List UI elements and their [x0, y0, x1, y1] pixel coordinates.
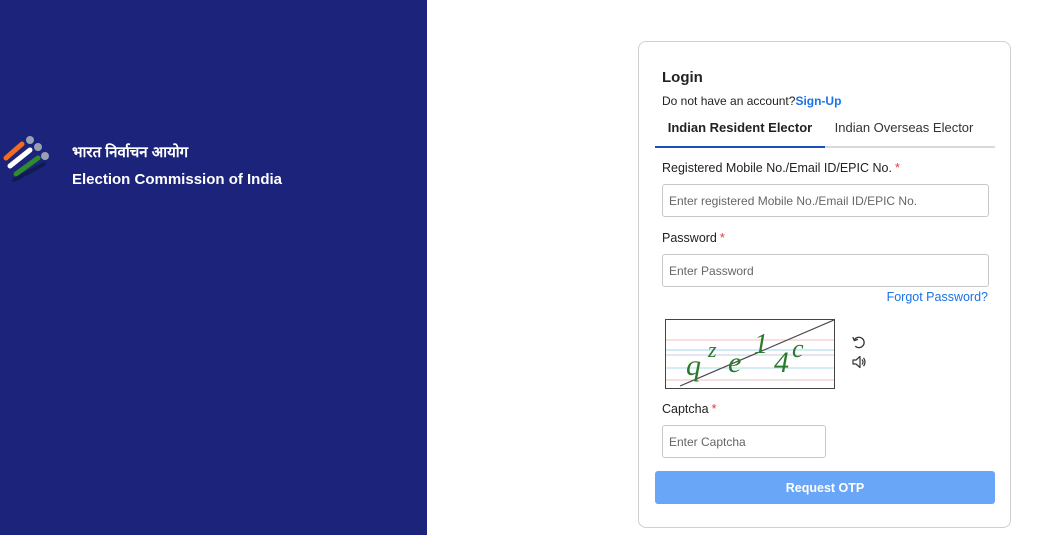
brand-panel: भारत निर्वाचन आयोग Election Commission o… [0, 0, 427, 535]
brand-text: भारत निर्वाचन आयोग Election Commission o… [72, 144, 282, 188]
brand-english-name: Election Commission of India [72, 171, 283, 188]
id-field-label: Registered Mobile No./Email ID/EPIC No. * [662, 161, 900, 175]
signup-link[interactable]: Sign-Up [795, 94, 841, 108]
captcha-label: Captcha * [662, 402, 716, 416]
svg-text:4: 4 [774, 346, 789, 379]
password-input[interactable] [662, 254, 989, 287]
tab-indian-resident-elector[interactable]: Indian Resident Elector [655, 114, 825, 148]
password-label: Password * [662, 231, 725, 245]
refresh-icon[interactable] [851, 334, 867, 350]
captcha-label-text: Captcha [662, 402, 709, 416]
svg-text:1: 1 [754, 329, 768, 360]
signup-prompt-text: Do not have an account? [662, 94, 796, 108]
captcha-image: q z e 1 4 c [665, 319, 835, 389]
forgot-password-link[interactable]: Forgot Password? [887, 290, 988, 304]
required-mark: * [894, 161, 900, 175]
request-otp-button[interactable]: Request OTP [655, 471, 995, 504]
required-mark: * [719, 231, 725, 245]
svg-text:c: c [792, 334, 804, 363]
password-label-text: Password [662, 231, 717, 245]
id-input[interactable] [662, 184, 989, 217]
tab-indian-overseas-elector[interactable]: Indian Overseas Elector [825, 114, 983, 146]
login-title: Login [662, 69, 703, 86]
speaker-icon[interactable] [851, 354, 867, 370]
signup-prompt: Do not have an account?Sign-Up [662, 94, 841, 108]
svg-text:e: e [728, 346, 741, 379]
svg-text:q: q [686, 349, 701, 382]
eci-logo-icon [3, 136, 49, 182]
captcha-input[interactable] [662, 425, 826, 458]
svg-text:z: z [707, 337, 717, 362]
login-card: Login Do not have an account?Sign-Up Ind… [638, 41, 1011, 528]
required-mark: * [711, 402, 717, 416]
elector-tabs: Indian Resident Elector Indian Overseas … [655, 114, 995, 148]
id-field-label-text: Registered Mobile No./Email ID/EPIC No. [662, 161, 892, 175]
brand-hindi-name: भारत निर्वाचन आयोग [72, 144, 189, 161]
